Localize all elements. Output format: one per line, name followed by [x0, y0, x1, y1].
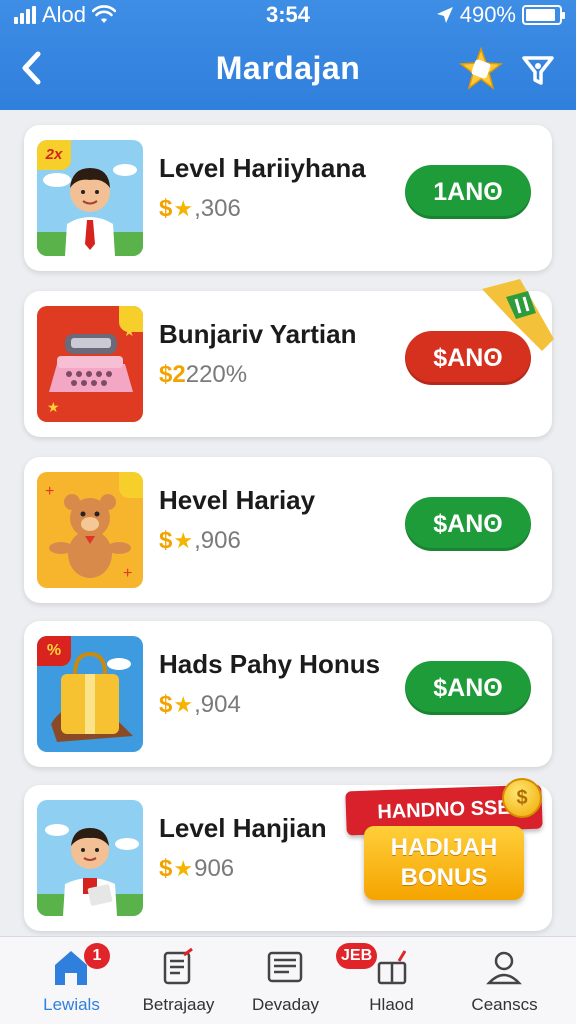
item-score: $ ★ 906 [159, 855, 234, 883]
item-score: $ ★ ,906 [159, 527, 241, 555]
star-icon: ★ [173, 856, 194, 881]
battery-icon [522, 5, 565, 25]
list-item[interactable]: + + Hevel Hariay $ ★ ,906 $ANʘ [24, 457, 552, 603]
item-score: $ ★ ,306 [159, 195, 241, 223]
star-icon: ★ [173, 528, 194, 553]
gift-box-icon [377, 950, 407, 985]
claim-button[interactable]: $ANʘ [405, 661, 531, 715]
thumbnail-boy-image: 2x [37, 140, 143, 256]
score-value: ,306 [194, 195, 241, 222]
item-score: $ ★ ,904 [159, 691, 241, 719]
list-item[interactable]: ★ ★ Bunjariv Yartian $2220% $ANʘ [24, 279, 554, 437]
battery-level-fill [526, 9, 555, 21]
list-item[interactable]: % Hads Pahy Honus $ ★ ,904 $ANʘ [24, 621, 552, 767]
star-icon: ★ [173, 196, 194, 221]
score-digit: 2 [172, 361, 186, 388]
filter-icon[interactable] [518, 50, 558, 90]
score-value: 906 [194, 855, 235, 882]
bonus-box: HADIJAH BONUS [364, 826, 524, 900]
reward-list: 2x Level Hariiyhana $★,306 1ANʘ ★ ★ Bunj… [0, 110, 576, 936]
tab-label: Lewials [43, 995, 100, 1014]
svg-text:★: ★ [47, 399, 60, 415]
item-score: $2 220% [159, 361, 247, 389]
thumb-coin-tag [119, 306, 143, 332]
bonus-line-1: HADIJAH [390, 834, 498, 861]
score-value: 220% [185, 361, 248, 388]
tab-label: Devaday [251, 995, 320, 1014]
ribbon-corner-icon [482, 279, 554, 351]
item-name: Level Hanjian [159, 813, 327, 843]
coin-icon: $ [502, 778, 542, 818]
currency-symbol: $ [159, 855, 173, 882]
list-item[interactable]: 2x Level Hariiyhana $ ★ ,306 1ANʘ [24, 125, 552, 271]
tab-label: Hlaod [369, 995, 414, 1014]
thumbnail-teddy-bear-image: + + [37, 472, 143, 588]
claim-button[interactable]: $ANʘ [405, 497, 531, 551]
app-header: Alod 3:54 490% Mardajan [0, 0, 576, 110]
thumbnail-student-image [37, 800, 143, 916]
document-icon [267, 951, 303, 983]
score-value: ,904 [194, 691, 241, 718]
tab-devaday[interactable]: Devaday [228, 937, 343, 1024]
nav-row: Mardajan [0, 40, 576, 100]
currency-symbol: $ [159, 691, 173, 718]
tab-ceanscs[interactable]: Ceanscs [447, 937, 562, 1024]
thumb-tag: 2x [37, 140, 71, 170]
tab-betrajaay[interactable]: Betrajaay [121, 937, 236, 1024]
svg-text:+: + [45, 483, 54, 500]
thumbnail-typewriter-image: ★ ★ [37, 306, 143, 422]
currency-symbol: $ [159, 527, 173, 554]
clipboard-icon [163, 947, 193, 985]
tab-hlaod[interactable]: JEB Hlaod [334, 937, 449, 1024]
bonus-line-2: BONUS [400, 864, 488, 891]
battery-percent: 490% [459, 2, 516, 27]
location-arrow-icon [436, 7, 453, 23]
score-value: ,906 [194, 527, 241, 554]
svg-text:+: + [123, 565, 132, 582]
user-icon [486, 951, 522, 985]
notification-badge: 1 [84, 943, 110, 969]
tab-label: Betrajaay [142, 995, 215, 1014]
item-name: Hads Pahy Honus [159, 649, 381, 679]
item-name: Hevel Hariay [159, 485, 316, 515]
currency-symbol: $ [159, 195, 173, 222]
thumb-tag: % [37, 636, 71, 666]
status-bar: Alod 3:54 490% [0, 0, 576, 32]
tab-label: Ceanscs [471, 995, 538, 1014]
tab-badge: JEB [336, 943, 378, 969]
bonus-banner[interactable]: HANDNO SSE HADIJAH BONUS $ [345, 778, 560, 906]
tab-lewials[interactable]: 1 Lewials [14, 937, 129, 1024]
star-sparkle-icon[interactable] [458, 46, 504, 92]
item-name: Level Hariiyhana [159, 153, 366, 183]
currency-symbol: $ [159, 361, 173, 388]
bottom-tab-bar: 1 Lewials Betrajaay Devaday JEB Hlaod Ce… [0, 936, 576, 1024]
thumbnail-gift-bag-image: % [37, 636, 143, 752]
thumb-coin-tag [119, 472, 143, 498]
star-icon: ★ [173, 692, 194, 717]
item-name: Bunjariv Yartian [159, 319, 357, 349]
claim-button[interactable]: 1ANʘ [405, 165, 531, 219]
